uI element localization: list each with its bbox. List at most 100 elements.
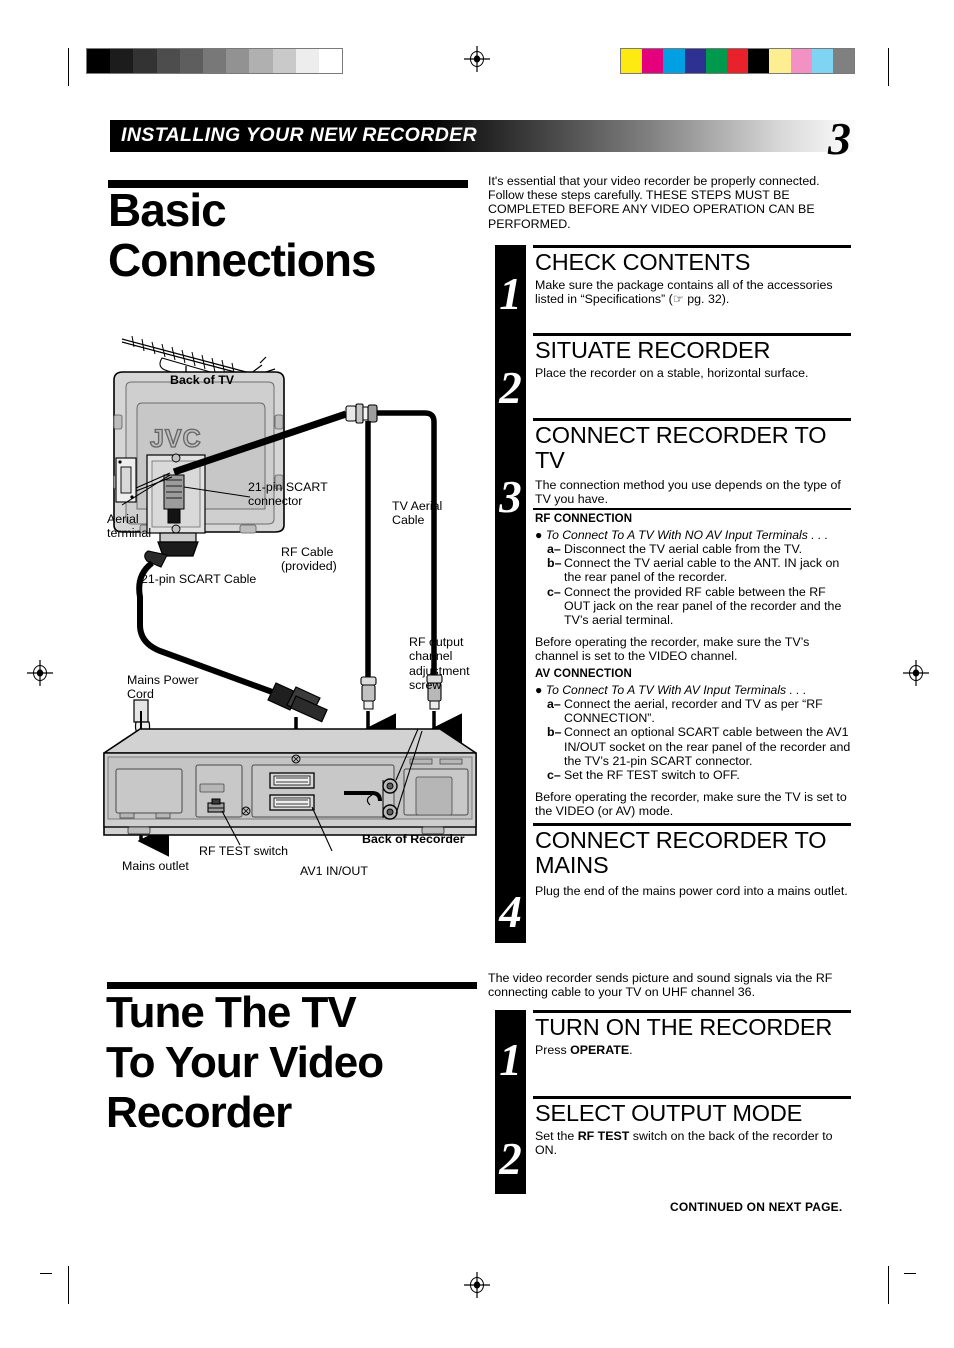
substep-row: a– Connect the aerial, recorder and TV as… (547, 697, 851, 725)
substep-text: Set the RF TEST switch to OFF. (564, 768, 740, 783)
step2-rule-1 (533, 1010, 851, 1013)
color-swatch-9 (811, 49, 833, 73)
registration-mark-top (464, 46, 490, 72)
bullet-rf-connection: ● To Connect To A TV With NO AV Input Te… (535, 528, 855, 542)
substep-text: Disconnect the TV aerial cable from the … (564, 542, 803, 556)
color-swatch-3 (684, 49, 706, 73)
step-body-4: Plug the end of the mains power cord int… (535, 884, 848, 898)
tv-scart-plug (144, 532, 199, 568)
connection-diagram: JVC (100, 325, 490, 885)
substep-label: b– (547, 556, 562, 571)
continued-notice: CONTINUED ON NEXT PAGE. (670, 1200, 843, 1214)
step2-body-2: Set the RF TEST switch on the back of th… (535, 1129, 851, 1157)
step-heading-1: CHECK CONTENTS (535, 249, 751, 275)
grayscale-swatch-4 (179, 49, 203, 73)
substeps-rf-connection: a– Disconnect the TV aerial cable from th… (547, 542, 851, 627)
step2-body-2-prefix: Set the (535, 1129, 578, 1143)
grayscale-swatch-6 (226, 49, 250, 73)
label-mains-outlet: Mains outlet (122, 859, 189, 873)
substep-label: b– (547, 725, 562, 740)
grayscale-swatch-0 (87, 49, 111, 73)
step2-heading-1: TURN ON THE RECORDER (535, 1014, 833, 1040)
rf-connection-rule (533, 508, 851, 510)
crop-tick-left (40, 1273, 52, 1274)
grayscale-swatch-9 (295, 49, 319, 73)
step-body-2: Place the recorder on a stable, horizont… (535, 366, 809, 380)
page-number: 3 (828, 113, 851, 164)
section-title-tune-the-tv: Tune The TV To Your Video Recorder (106, 988, 384, 1137)
step-heading-4: CONNECT RECORDER TO MAINS (535, 827, 827, 878)
substeps-av-connection: a– Connect the aerial, recorder and TV as… (547, 697, 851, 782)
coax-plug-antenna-in (360, 676, 377, 710)
substep-label: c– (547, 768, 561, 783)
grayscale-swatch-2 (133, 49, 157, 73)
step2-body-1: Press OPERATE. (535, 1043, 851, 1057)
grayscale-swatch-10 (318, 49, 343, 73)
bullet-text-rf: To Connect To A TV With NO AV Input Term… (545, 528, 829, 542)
grayscale-swatch-3 (156, 49, 180, 73)
step-number-3: 3 (499, 472, 522, 522)
section1-intro: It's essential that your video recorder … (488, 174, 820, 231)
substep-label: c– (547, 584, 561, 599)
grayscale-calibration-bar (86, 48, 344, 74)
substep-label: a– (547, 697, 561, 711)
color-swatch-5 (726, 49, 749, 73)
crop-mark-bottom-right (888, 1266, 889, 1304)
substep-row: a– Disconnect the TV aerial cable from th… (547, 542, 851, 556)
bullet-text-av: To Connect To A TV With AV Input Termina… (545, 683, 807, 697)
step-number-1: 1 (499, 269, 522, 319)
substep-row: b– Connect the TV aerial cable to the ANT… (547, 556, 851, 584)
step-body-1: Make sure the package contains all of th… (535, 278, 833, 307)
substep-label: a– (547, 542, 561, 556)
substep-text: Connect the TV aerial cable to the ANT. … (564, 556, 840, 585)
crop-tick-right (904, 1273, 916, 1274)
step-rule-3 (533, 418, 851, 421)
step-heading-2: SITUATE RECORDER (535, 337, 771, 363)
step2-number-1: 1 (499, 1035, 522, 1085)
svg-text:JVC: JVC (150, 425, 202, 453)
note-rf-connection: Before operating the recorder, make sure… (535, 635, 810, 664)
bullet-dot-rf: ● (535, 528, 543, 542)
registration-mark-left (27, 660, 53, 686)
grayscale-swatch-8 (272, 49, 296, 73)
label-aerial-terminal: Aerial terminal (107, 512, 152, 541)
registration-mark-right (903, 660, 929, 686)
label-rf-test-switch: RF TEST switch (199, 844, 289, 858)
label-back-of-tv: Back of TV (170, 373, 235, 387)
substep-text: Connect an optional SCART cable between … (564, 725, 851, 768)
section2-intro: The video recorder sends picture and sou… (488, 971, 833, 1000)
step2-number-2: 2 (499, 1134, 522, 1184)
grayscale-swatch-1 (110, 49, 134, 73)
step2-heading-2: SELECT OUTPUT MODE (535, 1100, 803, 1126)
subhead-av-connection: AV CONNECTION (535, 668, 632, 680)
step-heading-3: CONNECT RECORDER TO TV (535, 422, 827, 473)
label-rf-cable: RF Cable (provided) (281, 545, 337, 574)
section-title-basic-connections: Basic Connections (108, 184, 377, 286)
crop-mark-bottom-left (68, 1266, 69, 1304)
color-swatch-6 (748, 49, 770, 73)
jvc-logo: JVC (149, 424, 202, 453)
bullet-av-connection: ● To Connect To A TV With AV Input Termi… (535, 683, 855, 697)
recorder-back-illustration (103, 728, 477, 836)
step-number-bar-1 (495, 245, 526, 943)
substep-row: b– Connect an optional SCART cable betwee… (547, 725, 851, 768)
crop-mark-top-left (68, 48, 69, 86)
color-swatch-1 (642, 49, 664, 73)
color-swatch-2 (663, 49, 685, 73)
substep-row: c– Set the RF TEST switch to OFF. (547, 768, 851, 782)
step2-body-2-bold: RF TEST (577, 1129, 630, 1143)
recorder-scart-plug (267, 682, 328, 723)
label-mains-power-cord: Mains Power Cord (127, 673, 199, 702)
subhead-rf-connection: RF CONNECTION (535, 513, 633, 525)
crop-mark-top-right (888, 48, 889, 86)
substep-row: c– Connect the provided RF cable between … (547, 585, 851, 628)
color-swatch-0 (621, 49, 643, 73)
grayscale-swatch-7 (249, 49, 273, 73)
color-swatch-7 (769, 49, 791, 73)
color-swatch-10 (832, 49, 855, 73)
tv-aerial-terminal-socket (115, 457, 137, 503)
label-scart-cable: 21-pin SCART Cable (141, 572, 257, 586)
color-swatch-8 (790, 49, 812, 73)
step2-body-1-suffix: . (629, 1043, 633, 1057)
step-rule-2 (533, 333, 851, 336)
